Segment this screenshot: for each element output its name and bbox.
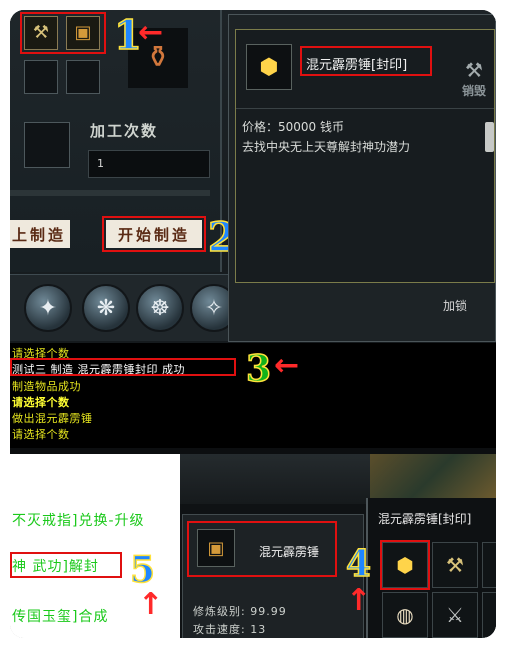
inventory-slot-6[interactable] <box>482 592 496 638</box>
skill-shuriken-icon[interactable]: ✦ <box>24 284 72 332</box>
tooltip-header: ⬢ 混元霹雳锤[封印] ⚒ 销毁 <box>236 30 494 109</box>
product-slot[interactable] <box>24 122 70 168</box>
highlight-box-3 <box>10 358 236 376</box>
highlight-box-stats <box>187 521 337 577</box>
annotation-arrow-1: ← <box>138 15 164 50</box>
chat-line-6: 请选择个数 <box>12 428 70 441</box>
material-slot-3[interactable] <box>24 60 58 94</box>
destroy-label: 销毁 <box>461 84 486 98</box>
skill-bar: ✦ ❋ ☸ ✧ <box>10 274 238 341</box>
skill-meditate-icon[interactable]: ☸ <box>136 284 184 332</box>
annotation-arrow-4: ↑ <box>346 583 372 618</box>
skill-wind-icon[interactable]: ❋ <box>82 284 130 332</box>
crafting-panel: ⚒ ▣ ⚱ 加工次数 1 上制造 开始制造 1 ← 2 ← ✦ ❋ ☸ <box>10 10 496 343</box>
chat-log: 请选择个数 测试三 制造 混元霹雳锤封印 成功 制造物品成功 请选择个数 做出混… <box>10 343 496 448</box>
process-count-label: 加工次数 <box>90 122 159 140</box>
hammer-destroy-icon: ⚒ <box>465 58 483 82</box>
highlight-box-1 <box>20 12 106 54</box>
divider <box>10 190 210 196</box>
screenshot-frame: ⚒ ▣ ⚱ 加工次数 1 上制造 开始制造 1 ← 2 ← ✦ ❋ ☸ <box>10 10 496 638</box>
chat-line-4: 请选择个数 <box>12 396 70 409</box>
npc-panel: 不灭戒指]兑换-升级 神 武功]解封 传国玉玺]合成 5 ↑ ▣ 混元霹雳锤 修… <box>10 454 496 638</box>
inventory-window: 混元霹雳锤[封印] ⬢ ⚒ ◍ ⚔ <box>366 498 496 638</box>
hammer-icon: ⬢ <box>246 44 292 90</box>
inventory-slot-tool[interactable]: ⚒ <box>432 542 478 588</box>
stats-speed: 攻击速度: 13 <box>193 623 267 636</box>
highlight-box-name <box>300 46 432 76</box>
tooltip-inner: ⬢ 混元霹雳锤[封印] ⚒ 销毁 价格：50000 钱币 去找中央无上天尊解封神… <box>235 29 495 283</box>
chat-line-3: 制造物品成功 <box>12 380 81 393</box>
chat-line-5: 做出混元霹雳锤 <box>12 412 93 425</box>
item-stats-window: ▣ 混元霹雳锤 修炼级别: 99.99 攻击速度: 13 <box>182 514 364 638</box>
material-slot-4[interactable] <box>66 60 100 94</box>
menu-item-seal-combine[interactable]: 传国玉玺]合成 <box>12 606 108 626</box>
annotation-arrow-3: ← <box>274 348 300 383</box>
annotation-number-3: 3 <box>245 348 272 390</box>
annotation-arrow-5: ↑ <box>138 587 164 622</box>
process-count-input[interactable]: 1 <box>88 150 210 178</box>
lock-button[interactable]: 加锁 <box>443 297 467 314</box>
highlight-box-2 <box>102 216 206 252</box>
inventory-slot-3[interactable] <box>482 542 496 588</box>
highlight-box-5 <box>10 552 122 578</box>
item-tooltip: ⬢ 混元霹雳锤[封印] ⚒ 销毁 价格：50000 钱币 去找中央无上天尊解封神… <box>228 14 496 342</box>
tooltip-scrollbar[interactable] <box>485 122 494 152</box>
tooltip-price: 价格：50000 钱币 <box>242 120 344 134</box>
annotation-number-5: 5 <box>129 549 156 591</box>
scenery-background <box>370 454 496 498</box>
annotation-number-4: 4 <box>345 543 372 585</box>
stats-level: 修炼级别: 99.99 <box>193 605 287 618</box>
destroy-button[interactable]: ⚒ 销毁 <box>462 58 486 99</box>
prev-craft-button[interactable]: 上制造 <box>10 220 70 248</box>
inventory-title: 混元霹雳锤[封印] <box>378 512 472 526</box>
menu-item-ring-upgrade[interactable]: 不灭戒指]兑换-升级 <box>12 510 145 530</box>
inventory-slot-drum[interactable]: ◍ <box>382 592 428 638</box>
tooltip-description: 去找中央无上天尊解封神功潜力 <box>242 140 411 154</box>
highlight-box-4 <box>380 540 430 590</box>
inventory-slot-axe[interactable]: ⚔ <box>432 592 478 638</box>
